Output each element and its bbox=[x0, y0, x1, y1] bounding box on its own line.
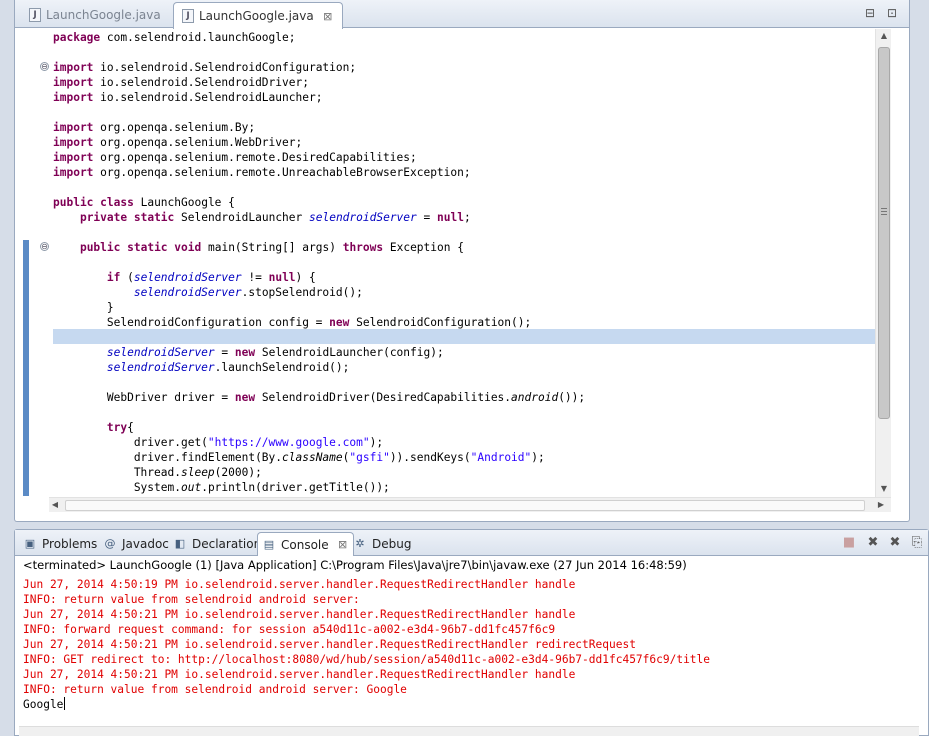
current-line-highlight bbox=[53, 329, 889, 344]
tab-debug[interactable]: ✲ Debug bbox=[349, 532, 415, 556]
code-line[interactable]: selendroidServer.launchSelendroid(); bbox=[53, 360, 350, 375]
console-output-line: Google bbox=[23, 697, 66, 711]
declaration-icon: ◧ bbox=[174, 537, 186, 550]
console-horizontal-scrollbar[interactable] bbox=[19, 726, 919, 736]
editor-tab-launchgoogle-1[interactable]: J LaunchGoogle.java bbox=[21, 2, 169, 28]
code-line[interactable]: public static void main(String[] args) t… bbox=[53, 240, 464, 255]
code-line[interactable]: if (selendroidServer != null) { bbox=[53, 270, 316, 285]
console-output[interactable]: Jun 27, 2014 4:50:19 PM io.selendroid.se… bbox=[23, 577, 928, 727]
minimize-icon[interactable]: ⊟ bbox=[863, 6, 877, 20]
code-line[interactable]: import org.openqa.selenium.remote.Desire… bbox=[53, 150, 417, 165]
code-line[interactable]: import io.selendroid.SelendroidConfigura… bbox=[53, 60, 356, 75]
side-trim bbox=[911, 0, 929, 522]
java-file-icon: J bbox=[29, 8, 41, 22]
code-line[interactable]: System.out.println(driver.getTitle()); bbox=[53, 480, 390, 495]
tab-label: Declaration bbox=[192, 537, 262, 551]
java-file-icon: J bbox=[182, 9, 194, 23]
tab-declaration[interactable]: ◧ Declaration bbox=[169, 532, 265, 556]
code-line[interactable]: private static SelendroidLauncher selend… bbox=[53, 210, 471, 225]
fold-collapse-icon[interactable]: ⊖ bbox=[40, 242, 49, 251]
code-line[interactable]: import org.openqa.selenium.remote.Unreac… bbox=[53, 165, 471, 180]
console-log-line: INFO: return value from selendroid andro… bbox=[23, 683, 407, 696]
tab-problems[interactable]: ▣ Problems bbox=[19, 532, 101, 556]
tab-label: Console bbox=[281, 537, 329, 552]
code-line[interactable]: selendroidServer = new SelendroidLaunche… bbox=[53, 345, 444, 360]
code-line[interactable]: driver.findElement(By.className("gsfi"))… bbox=[53, 450, 545, 465]
text-caret bbox=[64, 697, 66, 710]
editor-ruler: ⊖ ⊖ bbox=[15, 29, 49, 497]
code-line[interactable]: import io.selendroid.SelendroidLauncher; bbox=[53, 90, 322, 105]
close-icon[interactable]: ⊠ bbox=[322, 10, 334, 23]
editor-tab-label: LaunchGoogle.java bbox=[199, 9, 314, 23]
code-line[interactable]: driver.get("https://www.google.com"); bbox=[53, 435, 383, 450]
editor-tab-bar: J LaunchGoogle.java J LaunchGoogle.java … bbox=[15, 0, 909, 29]
clear-console-icon[interactable]: ⎘ bbox=[909, 535, 925, 551]
scroll-left-icon[interactable]: ◀ bbox=[49, 498, 61, 512]
code-line[interactable]: selendroidServer.stopSelendroid(); bbox=[53, 285, 363, 300]
console-view: ▣ Problems @ Javadoc ◧ Declaration ▤ Con… bbox=[14, 529, 929, 736]
console-title: <terminated> LaunchGoogle (1) [Java Appl… bbox=[23, 558, 687, 572]
vertical-scrollbar[interactable]: ▲ ▼ bbox=[875, 29, 891, 497]
code-line[interactable]: import org.openqa.selenium.By; bbox=[53, 120, 255, 135]
horizontal-scrollbar[interactable]: ◀ ▶ bbox=[49, 497, 891, 512]
editor-view: J LaunchGoogle.java J LaunchGoogle.java … bbox=[14, 0, 910, 522]
console-log-line: Jun 27, 2014 4:50:19 PM io.selendroid.se… bbox=[23, 578, 576, 591]
console-log-line: Jun 27, 2014 4:50:21 PM io.selendroid.se… bbox=[23, 608, 576, 621]
maximize-icon[interactable]: ⊡ bbox=[885, 6, 899, 20]
code-line[interactable]: import org.openqa.selenium.WebDriver; bbox=[53, 135, 302, 150]
code-area[interactable]: package com.selendroid.launchGoogle; impo… bbox=[53, 29, 889, 497]
scroll-thumb[interactable] bbox=[878, 47, 890, 419]
bug-icon: ✲ bbox=[355, 537, 365, 550]
tab-javadoc[interactable]: @ Javadoc bbox=[99, 532, 173, 556]
editor-tab-label: LaunchGoogle.java bbox=[46, 8, 161, 22]
editor-tab-launchgoogle-2[interactable]: J LaunchGoogle.java ⊠ bbox=[173, 2, 343, 29]
code-line[interactable]: package com.selendroid.launchGoogle; bbox=[53, 30, 295, 45]
scroll-down-icon[interactable]: ▼ bbox=[876, 482, 892, 496]
fold-collapse-icon[interactable]: ⊖ bbox=[40, 62, 49, 71]
remove-all-icon[interactable]: ✖ bbox=[887, 535, 903, 551]
tab-label: Debug bbox=[372, 537, 412, 551]
console-log-line: Jun 27, 2014 4:50:21 PM io.selendroid.se… bbox=[23, 638, 636, 651]
console-log-line: INFO: forward request command: for sessi… bbox=[23, 623, 556, 636]
tab-label: Javadoc bbox=[122, 537, 169, 551]
scroll-up-icon[interactable]: ▲ bbox=[876, 29, 892, 43]
code-line[interactable]: try{ bbox=[53, 420, 134, 435]
remove-launch-icon[interactable]: ✖ bbox=[865, 535, 881, 551]
eclipse-window: J LaunchGoogle.java J LaunchGoogle.java … bbox=[0, 0, 929, 736]
scroll-right-icon[interactable]: ▶ bbox=[875, 498, 887, 512]
code-line[interactable]: Thread.sleep(2000); bbox=[53, 465, 262, 480]
code-line[interactable]: import io.selendroid.SelendroidDriver; bbox=[53, 75, 309, 90]
scroll-thumb[interactable] bbox=[65, 500, 865, 511]
at-sign-icon: @ bbox=[104, 537, 116, 550]
console-log-line: INFO: return value from selendroid andro… bbox=[23, 593, 360, 606]
code-line[interactable]: WebDriver driver = new SelendroidDriver(… bbox=[53, 390, 585, 405]
terminate-icon[interactable]: ■ bbox=[841, 535, 857, 551]
close-icon[interactable]: ⊠ bbox=[337, 538, 349, 551]
problems-icon: ▣ bbox=[24, 537, 36, 550]
code-line[interactable]: public class LaunchGoogle { bbox=[53, 195, 235, 210]
tab-console[interactable]: ▤ Console ⊠ bbox=[257, 532, 354, 556]
console-tab-bar: ▣ Problems @ Javadoc ◧ Declaration ▤ Con… bbox=[15, 530, 928, 556]
code-line[interactable]: } bbox=[53, 300, 114, 315]
change-marker bbox=[23, 240, 29, 496]
console-icon: ▤ bbox=[263, 537, 275, 551]
code-line[interactable]: SelendroidConfiguration config = new Sel… bbox=[53, 315, 531, 330]
console-log-line: INFO: GET redirect to: http://localhost:… bbox=[23, 653, 711, 666]
console-log-line: Jun 27, 2014 4:50:21 PM io.selendroid.se… bbox=[23, 668, 576, 681]
tab-label: Problems bbox=[42, 537, 98, 551]
